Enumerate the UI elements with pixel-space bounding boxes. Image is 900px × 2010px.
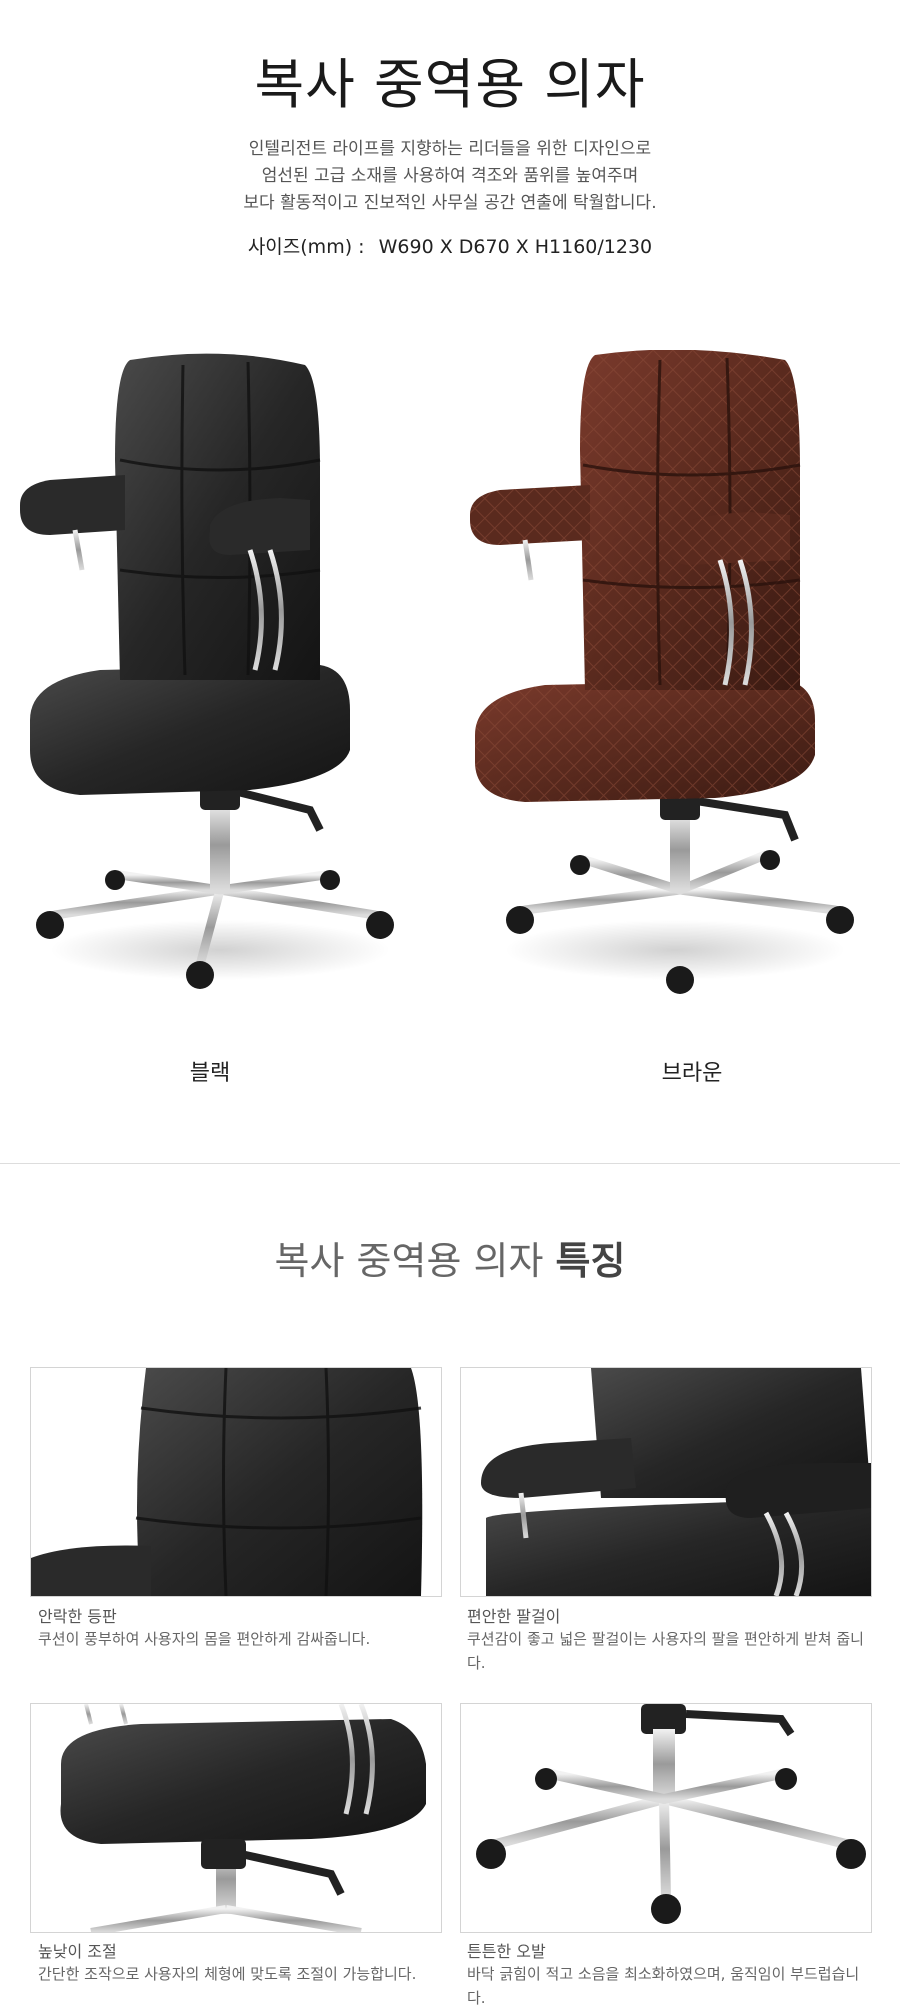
- feature-title: 안락한 등판: [38, 1607, 117, 1626]
- description-line: 엄선된 고급 소재를 사용하여 격조와 품위를 높여주며: [261, 166, 639, 186]
- size-spec: 사이즈(mm) : W690 X D670 X H1160/1230: [0, 232, 900, 259]
- feature-title: 높낮이 조절: [38, 1942, 117, 1961]
- description-line: 인텔리전트 라이프를 지향하는 리더들을 위한 디자인으로: [248, 139, 652, 159]
- feature-text: 간단한 조작으로 사용자의 체형에 맞도록 조절이 가능합니다.: [38, 1965, 417, 1983]
- size-value: W690 X D670 X H1160/1230: [378, 236, 653, 258]
- chair-image-brown: [465, 350, 865, 1010]
- page-title: 복사 중역용 의자: [254, 53, 646, 116]
- features-title: 복사 중역용 의자 특징: [0, 1230, 900, 1285]
- product-description: 인텔리전트 라이프를 지향하는 리더들을 위한 디자인으로 엄선된 고급 소재를…: [0, 136, 900, 217]
- section-divider: [0, 1163, 900, 1164]
- feature-text: 바닥 긁힘이 적고 소음을 최소화하였으며, 움직임이 부드럽습니다.: [467, 1965, 860, 2007]
- feature-image-armrest: [460, 1367, 872, 1597]
- feature-text: 쿠션감이 좋고 넓은 팔걸이는 사용자의 팔을 편안하게 받쳐 줍니다.: [467, 1630, 864, 1672]
- feature-title: 튼튼한 오발: [467, 1942, 546, 1961]
- feature-title: 편안한 팔걸이: [467, 1607, 561, 1626]
- variant-label-black: 블랙: [189, 1061, 231, 1086]
- chair-image-black: [20, 350, 410, 1010]
- feature-image-height-adjust: [30, 1703, 442, 1933]
- feature-image-backrest: [30, 1367, 442, 1597]
- size-label: 사이즈(mm) :: [247, 236, 365, 258]
- feature-image-base: [460, 1703, 872, 1933]
- features-title-bold: 특징: [555, 1239, 626, 1283]
- variant-label-brown: 브라운: [661, 1061, 723, 1086]
- features-title-text: 복사 중역용 의자: [274, 1239, 544, 1283]
- description-line: 보다 활동적이고 진보적인 사무실 공간 연출에 탁월합니다.: [243, 193, 657, 213]
- feature-text: 쿠션이 풍부하여 사용자의 몸을 편안하게 감싸줍니다.: [38, 1630, 371, 1648]
